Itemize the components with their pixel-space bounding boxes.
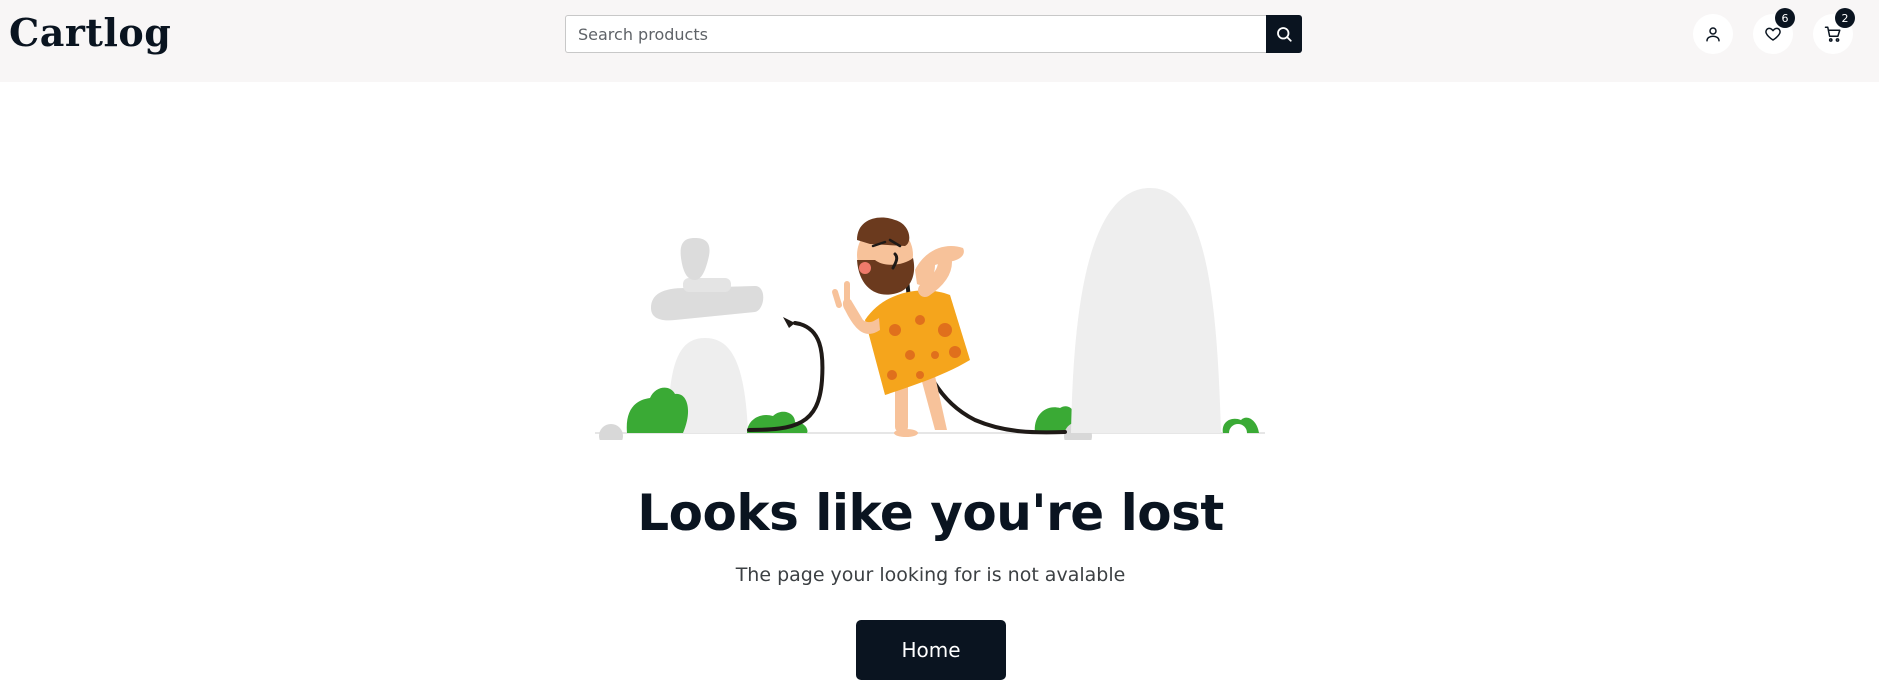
wishlist-button[interactable]: 6: [1753, 8, 1795, 54]
search-bar: [565, 15, 1302, 53]
logo[interactable]: Cartlog: [9, 10, 171, 55]
search-input[interactable]: [565, 15, 1266, 53]
cart-icon: [1824, 26, 1841, 42]
lost-caveman-illustration: [595, 180, 1265, 450]
search-icon: [1277, 27, 1292, 42]
user-icon: [1706, 27, 1720, 42]
page-title: Looks like you're lost: [637, 484, 1224, 542]
page-subtitle: The page your looking for is not avalabl…: [735, 564, 1126, 586]
cart-count-badge: 2: [1835, 8, 1855, 28]
tall-rock: [1071, 187, 1221, 433]
cart-button[interactable]: 2: [1813, 8, 1855, 54]
wishlist-count-badge: 6: [1775, 8, 1795, 28]
home-button[interactable]: Home: [856, 620, 1006, 680]
site-header: Cartlog 6 2: [0, 0, 1879, 82]
search-button[interactable]: [1266, 15, 1302, 53]
heart-icon: [1765, 27, 1781, 41]
illustration-svg: [595, 187, 1265, 450]
account-button[interactable]: [1693, 14, 1733, 54]
